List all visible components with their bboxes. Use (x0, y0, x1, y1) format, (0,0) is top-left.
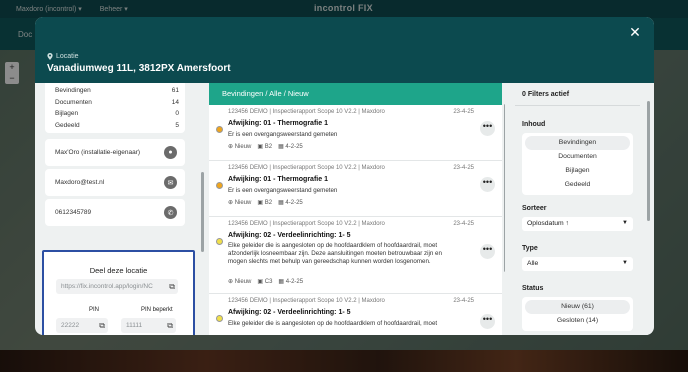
modal-header: Locatie Vanadiumweg 11L, 3812PX Amersfoo… (35, 17, 654, 83)
option-status-nieuw[interactable]: Nieuw (61) (525, 300, 630, 314)
share-location-card: Deel deze locatie https://fix.incontrol.… (42, 250, 195, 335)
location-address: Vanadiumweg 11L, 3812PX Amersfoort (47, 63, 231, 74)
new-badge: ⊕ Nieuw (228, 144, 252, 150)
item-tags: ⊕ Nieuw ▣ B2 ▦ 4-2-25 (228, 143, 303, 150)
email-contact: Maxdoro@test.nl ✉ (45, 169, 185, 196)
inhoud-options: Bevindingen Documenten Bijlagen Gedeeld (522, 133, 633, 195)
more-icon[interactable]: ••• (480, 314, 495, 329)
status-dot (216, 182, 223, 189)
status-dot (216, 126, 223, 133)
chevron-down-icon: ▼ (622, 260, 628, 266)
date-tag: ▦ 4-2-25 (278, 144, 303, 150)
user-icon[interactable]: ● (164, 146, 177, 159)
list-item[interactable]: 123456 DEMO | Inspectierapport Scope 10 … (209, 294, 502, 335)
owner-contact: Max'Oro (installatie-eigenaar) ● (45, 139, 185, 166)
pin-field[interactable]: 22222 ⧉ (56, 318, 108, 333)
divider (515, 105, 640, 106)
copy-icon[interactable]: ⧉ (167, 321, 173, 331)
option-status-gesloten[interactable]: Gesloten (14) (525, 314, 630, 328)
chevron-down-icon: ▼ (622, 220, 628, 226)
new-badge: ⊕ Nieuw (228, 200, 252, 206)
more-icon[interactable]: ••• (480, 121, 495, 136)
item-tags: ⊕ Nieuw ▣ C3 ▦ 4-2-25 (228, 278, 303, 285)
status-options: Nieuw (61) Gesloten (14) (522, 297, 633, 331)
option-bijlagen[interactable]: Bijlagen (525, 164, 630, 178)
option-gedeeld[interactable]: Gedeeld (525, 178, 630, 192)
left-scrollbar[interactable] (201, 172, 204, 252)
location-label: Locatie (47, 53, 79, 60)
option-bevindingen[interactable]: Bevindingen (525, 136, 630, 150)
inhoud-label: Inhoud (522, 121, 546, 128)
phone-contact: 0612345789 ✆ (45, 199, 185, 226)
more-icon[interactable]: ••• (480, 244, 495, 259)
status-dot (216, 315, 223, 322)
list-item[interactable]: 123456 DEMO | Inspectierapport Scope 10 … (209, 105, 502, 161)
location-details: Bevindingen 61 Documenten 14 Bijlagen 0 Ged… (42, 83, 210, 335)
date-tag: ▦ 4-2-25 (278, 279, 304, 285)
item-tags: ⊕ Nieuw ▣ B2 ▦ 4-2-25 (228, 199, 303, 206)
filters-scrollbar[interactable] (647, 101, 650, 221)
close-icon[interactable]: ✕ (628, 25, 642, 39)
stat-row[interactable]: Documenten 14 (55, 97, 179, 109)
stat-row[interactable]: Gedeeld 5 (55, 120, 179, 132)
stats-card: Bevindingen 61 Documenten 14 Bijlagen 0 Ged… (45, 83, 185, 133)
location-pin-icon (47, 53, 53, 60)
stat-row[interactable]: Bevindingen 61 (55, 85, 179, 97)
list-item[interactable]: 123456 DEMO | Inspectierapport Scope 10 … (209, 161, 502, 217)
stat-row[interactable]: Bijlagen 0 (55, 108, 179, 120)
more-icon[interactable]: ••• (480, 177, 495, 192)
share-title: Deel deze locatie (89, 266, 148, 275)
code-tag: ▣ B2 (257, 200, 273, 206)
filters-panel: 0 Filters actief Inhoud Bevindingen Docu… (505, 83, 652, 335)
copy-icon[interactable]: ⧉ (169, 282, 175, 292)
type-select[interactable]: Alle ▼ (522, 257, 633, 271)
filters-active: 0 Filters actief (522, 91, 570, 98)
phone-icon[interactable]: ✆ (164, 206, 177, 219)
sort-label: Sorteer (522, 205, 547, 212)
mail-icon[interactable]: ✉ (164, 176, 177, 189)
sort-select[interactable]: Oplosdatum ↑ ▼ (522, 217, 633, 231)
status-dot (216, 238, 223, 245)
status-label: Status (522, 285, 544, 292)
option-documenten[interactable]: Documenten (525, 150, 630, 164)
pin-label: PIN (89, 307, 100, 313)
findings-list: Bevindingen / Alle / Nieuw 123456 DEMO |… (209, 83, 502, 335)
findings-breadcrumb[interactable]: Bevindingen / Alle / Nieuw (209, 83, 502, 105)
list-item[interactable]: 123456 DEMO | Inspectierapport Scope 10 … (209, 217, 502, 294)
copy-icon[interactable]: ⧉ (99, 321, 105, 331)
location-modal: Locatie Vanadiumweg 11L, 3812PX Amersfoo… (35, 17, 654, 335)
type-label: Type (522, 245, 538, 252)
date-tag: ▦ 4-2-25 (278, 200, 303, 206)
share-url-field[interactable]: https://fix.incontrol.app/login/NC ⧉ (56, 279, 178, 294)
code-tag: ▣ C3 (257, 279, 273, 285)
code-tag: ▣ B2 (257, 144, 273, 150)
pin-limited-label: PIN beperkt (141, 307, 173, 313)
pin-limited-field[interactable]: 11111 ⧉ (121, 318, 176, 333)
new-badge: ⊕ Nieuw (228, 279, 252, 285)
